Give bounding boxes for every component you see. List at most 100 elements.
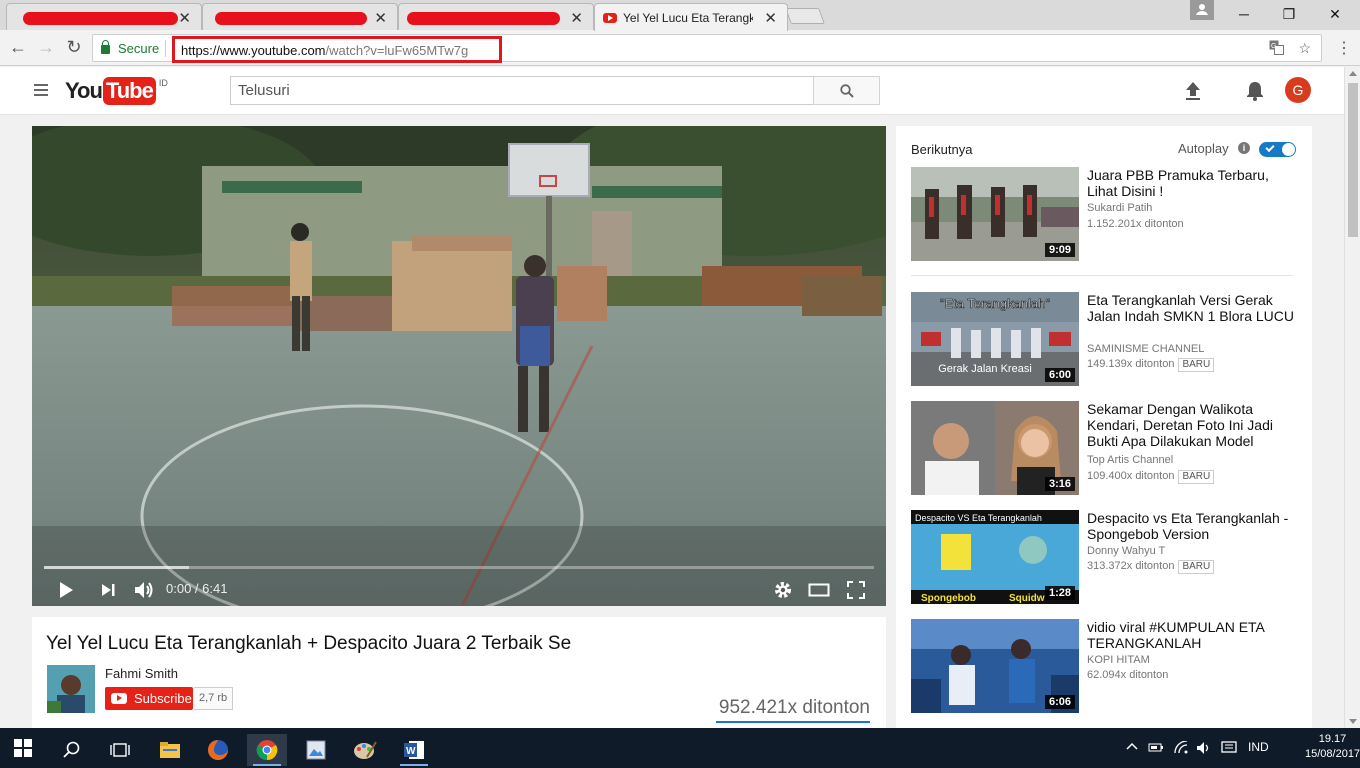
video-title[interactable]: Sekamar Dengan Walikota Kendari, Deretan… (1087, 401, 1297, 449)
reload-icon[interactable]: ↻ (64, 38, 84, 56)
video-thumbnail[interactable]: Despacito VS Eta Terangkanlah Spongebob Sq… (911, 510, 1079, 604)
channel-avatar[interactable] (47, 665, 95, 713)
play-button[interactable] (58, 578, 74, 602)
secure-label: Secure (118, 41, 160, 56)
windows-start-icon[interactable] (14, 739, 32, 757)
list-item[interactable]: 9:09 Juara PBB Pramuka Terbaru, Lihat Di… (911, 167, 1301, 261)
file-explorer-icon[interactable] (150, 734, 190, 766)
browser-tab-2[interactable]: ✕ (202, 3, 398, 30)
video-title[interactable]: Juara PBB Pramuka Terbaru, Lihat Disini … (1087, 167, 1297, 199)
logo-you-text: You (65, 78, 103, 103)
battery-icon[interactable] (1148, 741, 1164, 753)
search-placeholder: Telusuri (238, 82, 290, 99)
next-icon (102, 584, 115, 596)
autoplay-toggle[interactable] (1259, 142, 1296, 157)
close-tab-icon[interactable]: ✕ (178, 9, 191, 27)
video-duration: 9:09 (1044, 243, 1075, 257)
channel-name[interactable]: Fahmi Smith (105, 666, 178, 681)
close-tab-icon[interactable]: ✕ (570, 9, 583, 27)
country-code: ID (158, 78, 168, 88)
back-arrow-icon[interactable]: ← (8, 38, 28, 56)
firefox-icon[interactable] (198, 734, 238, 766)
scroll-down-arrow-icon[interactable] (1349, 719, 1357, 724)
list-item[interactable]: Despacito VS Eta Terangkanlah Spongebob Sq… (911, 510, 1301, 604)
youtube-logo[interactable]: You Tube ID (65, 76, 168, 106)
translate-icon[interactable]: G (1269, 40, 1285, 57)
thumbnail-caption-top: Despacito VS Eta Terangkanlah (915, 513, 1042, 523)
video-thumbnail[interactable]: 3:16 (911, 401, 1079, 495)
time-display: 0:00 / 6:41 (166, 581, 228, 596)
scrollbar-thumb[interactable] (1348, 83, 1358, 237)
fullscreen-icon (847, 581, 865, 599)
chrome-menu-icon[interactable]: ⋮ (1336, 38, 1352, 58)
channel-name: Top Artis Channel (1087, 454, 1174, 466)
search-input[interactable]: Telusuri (230, 76, 814, 105)
list-item[interactable]: 3:16 Sekamar Dengan Walikota Kendari, De… (911, 401, 1301, 495)
new-badge: BARU (1178, 470, 1215, 484)
subscribe-button[interactable]: Subscribe (105, 687, 193, 710)
video-duration: 6:00 (1044, 368, 1075, 382)
chrome-user-icon[interactable] (1190, 0, 1214, 20)
video-progress-bar[interactable] (44, 566, 874, 569)
system-clock[interactable]: 19.17 15/08/2017 (1305, 732, 1360, 762)
search-button[interactable] (813, 76, 880, 105)
video-title[interactable]: Despacito vs Eta Terangkanlah - Spongebo… (1087, 510, 1297, 542)
upload-icon[interactable] (1184, 81, 1202, 101)
video-thumbnail[interactable]: 9:09 (911, 167, 1079, 261)
task-view-icon[interactable] (100, 734, 140, 766)
input-language[interactable]: IND (1248, 740, 1269, 754)
tab-title: Yel Yel Lucu Eta Terangkanlah + Despacit… (623, 11, 753, 25)
thumbnail-caption-left: Spongebob (921, 593, 976, 604)
close-tab-icon[interactable]: ✕ (764, 9, 777, 27)
page-scrollbar[interactable] (1344, 67, 1360, 728)
video-title[interactable]: Eta Terangkanlah Versi Gerak Jalan Indah… (1087, 292, 1297, 324)
wifi-icon[interactable] (1174, 741, 1190, 755)
minimize-window-button[interactable]: ─ (1221, 0, 1267, 28)
subscribe-label: Subscribe (134, 691, 192, 706)
list-item[interactable]: 6:06 vidio viral #KUMPULAN ETA TERANGKAN… (911, 619, 1301, 713)
paint-icon[interactable] (345, 734, 385, 766)
settings-button[interactable] (774, 578, 792, 602)
search-icon[interactable] (52, 734, 92, 766)
chrome-icon[interactable] (247, 734, 287, 766)
address-bar[interactable]: Secure https://www.youtube.com/watch?v=l… (92, 34, 1322, 63)
guide-menu-icon[interactable] (34, 84, 48, 99)
list-item[interactable]: "Eta Terangkanlah" Gerak Jalan Kreasi 6:0… (911, 292, 1301, 386)
browser-tab-active[interactable]: Yel Yel Lucu Eta Terangkanlah + Despacit… (594, 3, 788, 31)
scroll-up-arrow-icon[interactable] (1349, 71, 1357, 76)
bookmark-star-icon[interactable]: ☆ (1298, 40, 1311, 57)
info-icon[interactable]: i (1238, 142, 1250, 154)
maximize-window-button[interactable]: ❐ (1266, 0, 1312, 28)
notifications-bell-icon[interactable] (1245, 80, 1265, 102)
tray-expand-icon[interactable] (1126, 741, 1138, 751)
view-count-text: 109.400x ditonton (1087, 470, 1175, 482)
video-thumbnail[interactable]: 6:06 (911, 619, 1079, 713)
video-thumbnail[interactable]: "Eta Terangkanlah" Gerak Jalan Kreasi 6:0… (911, 292, 1079, 386)
video-frame (32, 126, 886, 606)
channel-name: SAMINISME CHANNEL (1087, 343, 1205, 355)
browser-tab-1[interactable]: ✕ (6, 3, 202, 30)
search-icon (839, 83, 854, 98)
clock-date: 15/08/2017 (1305, 748, 1360, 760)
youtube-play-icon (111, 693, 127, 704)
account-avatar[interactable]: G (1285, 77, 1311, 103)
video-title[interactable]: vidio viral #KUMPULAN ETA TERANGKANLAH (1087, 619, 1297, 651)
next-video-button[interactable] (100, 578, 116, 602)
volume-button[interactable] (134, 578, 154, 602)
photo-viewer-icon[interactable] (296, 734, 336, 766)
up-next-label: Berikutnya (911, 142, 973, 157)
action-center-icon[interactable] (1221, 741, 1237, 755)
video-duration: 3:16 (1044, 477, 1075, 491)
word-icon[interactable]: W (394, 734, 434, 766)
video-player[interactable]: 0:00 / 6:41 (32, 126, 886, 606)
secure-indicator[interactable]: Secure (101, 40, 160, 56)
forward-arrow-icon[interactable]: → (36, 38, 56, 56)
fullscreen-button[interactable] (847, 578, 865, 602)
new-tab-button[interactable] (785, 8, 825, 24)
close-window-button[interactable]: ✕ (1312, 0, 1358, 28)
volume-icon[interactable] (1196, 741, 1210, 755)
url-field[interactable]: https://www.youtube.com/watch?v=luFw65MT… (172, 36, 502, 63)
browser-tab-3[interactable]: ✕ (398, 3, 594, 30)
close-tab-icon[interactable]: ✕ (374, 9, 387, 27)
theater-mode-button[interactable] (808, 578, 830, 602)
